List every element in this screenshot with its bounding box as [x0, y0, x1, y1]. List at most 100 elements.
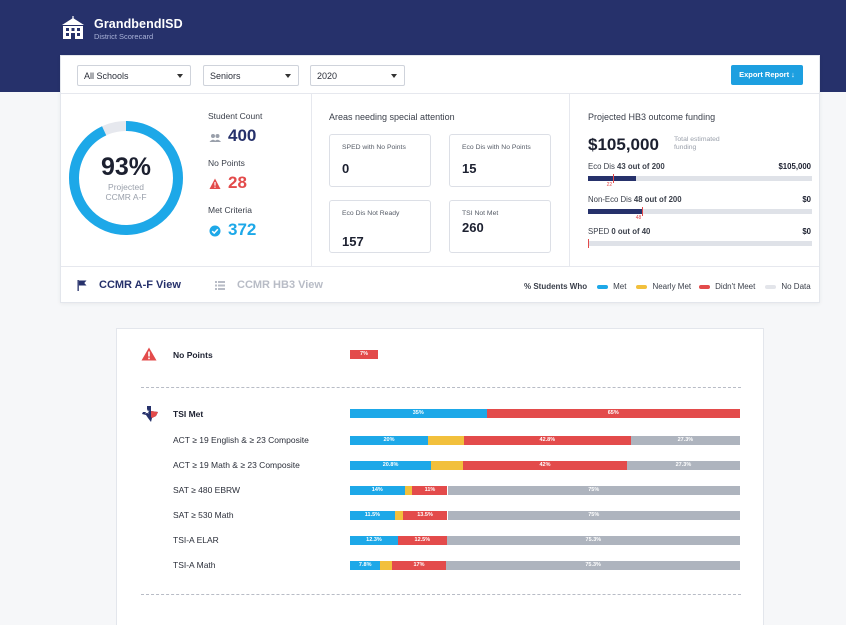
- column-divider: [569, 94, 570, 266]
- view-toggle-bar: CCMR A-F View CCMR HB3 View % Students W…: [61, 266, 819, 303]
- funding-marker: [641, 207, 643, 216]
- dashed-divider: [141, 387, 741, 388]
- attention-card-value: 260: [462, 220, 484, 235]
- bar-label-didnt: 65%: [607, 410, 619, 416]
- attention-card-label: TSI Not Met: [462, 210, 499, 217]
- funding-row-label: Non-Eco Dis 48 out of 200: [588, 195, 682, 204]
- chevron-down-icon: [177, 74, 183, 78]
- texas-flag-icon: [142, 406, 158, 422]
- bar-label-didnt: 11%: [424, 487, 436, 493]
- tsi-row-bar: 14% 11% 75%: [350, 486, 740, 495]
- bar-segment-nearly: [431, 461, 464, 470]
- legend-title: % Students Who: [524, 282, 588, 291]
- bar-label-didnt: 42.8%: [539, 437, 556, 443]
- grade-select-value: Seniors: [210, 71, 241, 81]
- export-report-button[interactable]: Export Report ↓: [731, 65, 803, 85]
- attention-title: Areas needing special attention: [329, 112, 455, 122]
- funding-title: Projected HB3 outcome funding: [588, 112, 716, 122]
- bar-label-nodata: 75.3%: [585, 562, 601, 568]
- bar-label-nodata: 75%: [588, 487, 600, 493]
- school-select[interactable]: All Schools: [77, 65, 191, 86]
- ccmr-percent: 93%: [100, 153, 152, 181]
- year-select-value: 2020: [317, 71, 338, 81]
- no-points-bar-label: 7%: [360, 351, 368, 357]
- funding-count: 43 out of 200: [614, 162, 665, 171]
- attention-card-label: SPED with No Points: [342, 144, 406, 151]
- tsi-row-label: TSI-A Math: [173, 560, 216, 570]
- funding-group: Eco Dis: [588, 162, 615, 171]
- tsi-row-bar: 20.8% 42% 27.3%: [350, 461, 740, 470]
- funding-row-label: SPED 0 out of 40: [588, 227, 650, 236]
- attention-card-label: Eco Dis with No Points: [462, 144, 531, 151]
- legend-no-data: No Data: [781, 282, 811, 291]
- logo[interactable]: GrandbendISD District Scorecard: [60, 16, 183, 42]
- bar-label-met: 20.8%: [382, 462, 399, 468]
- bar-segment-nearly: [404, 486, 413, 495]
- app-name: GrandbendISD: [94, 17, 183, 31]
- funding-count: 48 out of 200: [631, 195, 682, 204]
- tsi-summary-bar: 35% 65%: [350, 409, 740, 418]
- bar-segment-nearly: [380, 561, 392, 570]
- bar-label-nodata: 27.3%: [677, 437, 694, 443]
- flag-icon: [77, 280, 87, 291]
- chevron-down-icon: [391, 74, 397, 78]
- legend-nearly-met: Nearly Met: [652, 282, 692, 291]
- no-points-bar: 7%: [350, 350, 378, 359]
- funding-row-label: Eco Dis 43 out of 200: [588, 162, 665, 171]
- bar-segment-nearly: [394, 511, 403, 520]
- bar-segment-nearly: [428, 436, 464, 445]
- tsi-row-label: SAT ≥ 530 Math: [173, 510, 234, 520]
- grade-select[interactable]: Seniors: [203, 65, 299, 86]
- bar-label-didnt: 12.5%: [414, 537, 431, 543]
- column-divider: [311, 94, 312, 266]
- tsi-row-label: TSI-A ELAR: [173, 535, 219, 545]
- ccmr-label-line-1: Projected: [108, 182, 144, 192]
- bar-label-met: 12.3%: [366, 537, 382, 543]
- funding-row-amount: $0: [802, 227, 811, 236]
- list-icon: [215, 281, 225, 290]
- attention-card[interactable]: Eco Dis with No Points 15: [449, 134, 551, 187]
- app-subtitle: District Scorecard: [94, 32, 154, 41]
- bar-label-nodata: 75.3%: [585, 537, 602, 543]
- ccmr-percent-label: Projected CCMR A-F: [67, 182, 185, 202]
- attention-card-value: 157: [342, 234, 364, 249]
- bar-label-met: 7.8%: [358, 562, 372, 568]
- tsi-row-bar: 12.3% 12.5% 75.3%: [350, 536, 740, 545]
- funding-marker: [588, 239, 589, 248]
- funding-row-amount: $0: [802, 195, 811, 204]
- school-select-value: All Schools: [84, 71, 129, 81]
- funding-progress-bar: 48: [588, 207, 812, 221]
- tab-ccmr-hb3-view[interactable]: CCMR HB3 View: [237, 279, 323, 291]
- no-points-title: No Points: [173, 350, 213, 360]
- summary-card: All Schools Seniors 2020 Export Report ↓…: [60, 55, 820, 303]
- tsi-row-bar: 7.8% 17% 75.3%: [350, 561, 740, 570]
- legend: % Students Who Met Nearly Met Didn't Mee…: [524, 282, 811, 291]
- filter-bar: All Schools Seniors 2020 Export Report ↓: [61, 56, 819, 94]
- check-circle-icon: [209, 225, 221, 237]
- funding-total: $105,000: [588, 135, 659, 154]
- warning-icon: [209, 178, 221, 189]
- tab-ccmr-af-view[interactable]: CCMR A-F View: [99, 279, 181, 291]
- chevron-down-icon: [285, 74, 291, 78]
- tsi-row-bar: 20% 42.8% 27.3%: [350, 436, 740, 445]
- legend-swatch-nearly: [636, 284, 648, 289]
- attention-card[interactable]: TSI Not Met 260: [449, 200, 551, 253]
- funding-group: SPED: [588, 227, 610, 236]
- funding-progress-bar: 22: [588, 174, 812, 188]
- tsi-row-bar: 11.5% 13.5% 75%: [350, 511, 740, 520]
- tsi-row-label: ACT ≥ 19 Math & ≥ 23 Composite: [173, 460, 300, 470]
- bar-label-met: 11.5%: [364, 512, 381, 518]
- funding-marker-tag: 22: [606, 182, 613, 188]
- legend-swatch-met: [597, 284, 609, 289]
- funding-marker-tag: 48: [635, 215, 642, 221]
- year-select[interactable]: 2020: [310, 65, 405, 86]
- dashed-divider: [141, 594, 741, 595]
- funding-progress-fill: [588, 209, 642, 214]
- attention-card[interactable]: SPED with No Points 0: [329, 134, 431, 187]
- attention-card-value: 0: [342, 161, 350, 176]
- tsi-row-label: SAT ≥ 480 EBRW: [173, 485, 241, 495]
- attention-card[interactable]: Eco Dis Not Ready 157: [329, 200, 431, 253]
- tsi-row-label: ACT ≥ 19 English & ≥ 23 Composite: [173, 435, 309, 445]
- met-criteria-label: Met Criteria: [208, 205, 252, 215]
- funding-marker: [612, 174, 614, 183]
